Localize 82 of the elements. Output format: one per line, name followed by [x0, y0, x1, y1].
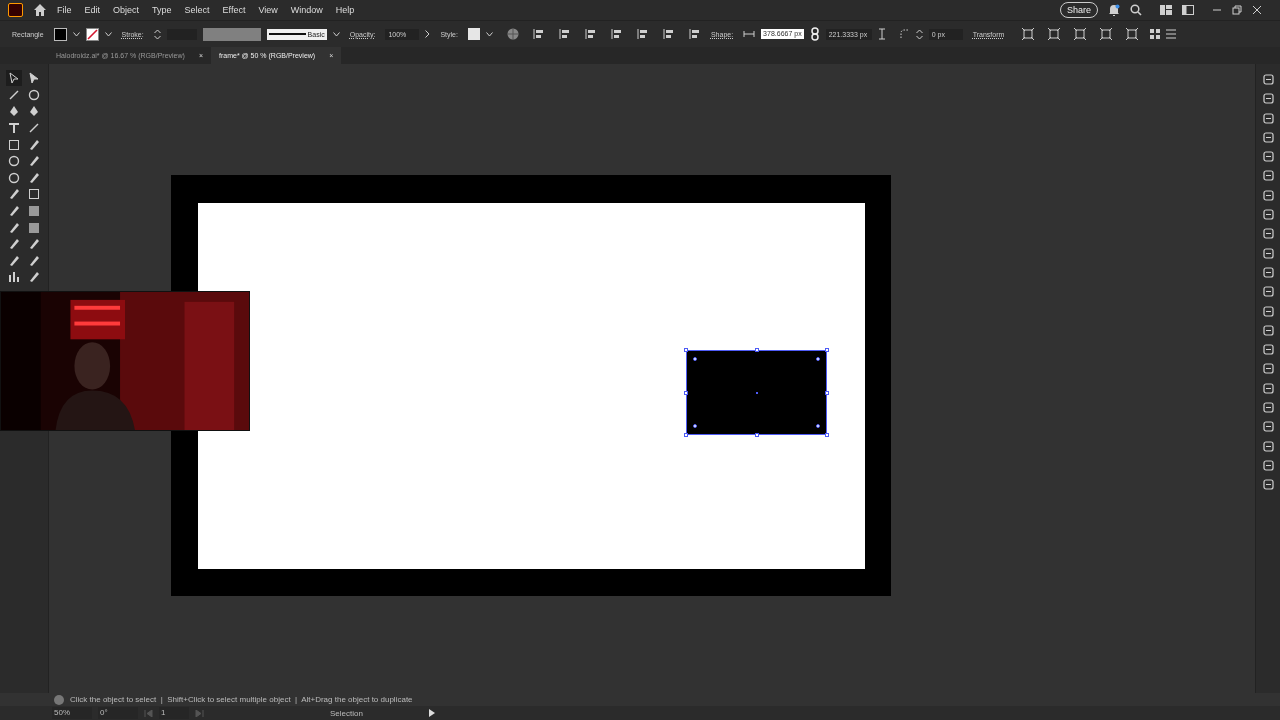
restore-icon[interactable] [1232, 5, 1242, 15]
panel-icon[interactable] [1262, 93, 1274, 105]
panel-icon[interactable] [1262, 247, 1274, 259]
rectangle-shape[interactable] [685, 349, 827, 435]
rotation-dropdown[interactable]: 0° [98, 707, 138, 719]
arrow-tool-icon[interactable] [28, 72, 40, 85]
menu-item[interactable]: Object [113, 5, 140, 15]
transform-icon[interactable] [1048, 28, 1061, 40]
caret-icon[interactable] [72, 31, 80, 37]
zoom-dropdown[interactable]: 50% [52, 707, 92, 719]
help-icon[interactable] [54, 694, 64, 705]
menu-item[interactable]: Select [184, 5, 210, 15]
align-icon[interactable] [688, 28, 701, 40]
panel-icon[interactable] [1262, 363, 1274, 375]
fill-swatch[interactable] [53, 27, 67, 41]
panel-icon[interactable] [1182, 5, 1194, 15]
panel-icon[interactable] [1262, 479, 1274, 491]
panel-icon[interactable] [1262, 209, 1274, 221]
home-icon[interactable] [33, 3, 47, 17]
align-icon[interactable] [558, 28, 571, 40]
align-icon[interactable] [532, 28, 545, 40]
panel-icon[interactable] [1262, 151, 1274, 163]
artboard-dropdown[interactable]: 1 [159, 707, 189, 719]
align-icon[interactable] [610, 28, 623, 40]
stepper-icon[interactable] [915, 28, 923, 40]
panel-icon[interactable] [1262, 266, 1274, 278]
search-icon[interactable] [1130, 4, 1142, 16]
panel-icon[interactable] [1262, 189, 1274, 201]
align-icon[interactable] [584, 28, 597, 40]
caret-icon[interactable] [104, 31, 112, 37]
panel-icon[interactable] [1262, 344, 1274, 356]
panel-icon[interactable] [1262, 421, 1274, 433]
panel-icon[interactable] [1262, 74, 1274, 85]
variable-width-field[interactable] [202, 27, 261, 41]
bell-icon[interactable] [1108, 3, 1120, 17]
rect-tool-icon[interactable] [8, 138, 20, 151]
list-icon[interactable] [1166, 29, 1177, 39]
panel-icon[interactable] [1262, 170, 1274, 182]
grid-icon[interactable] [1150, 29, 1161, 39]
height-icon [877, 28, 886, 40]
corner-icon [899, 29, 910, 39]
panel-icon[interactable] [1262, 402, 1274, 414]
stepper-icon[interactable] [153, 28, 161, 40]
panel-icon[interactable] [1262, 131, 1274, 143]
panel-icon[interactable] [1262, 305, 1274, 317]
menu-item[interactable]: File [57, 5, 72, 15]
stroke-swatch[interactable] [85, 27, 99, 41]
hint-text: Click the object to select | Shift+Click to select multiple object | Alt+Drag the object to duplicate [70, 695, 413, 704]
transform-icon[interactable] [1100, 28, 1113, 40]
panel-icon[interactable] [1262, 324, 1274, 336]
workspace-icon[interactable] [1160, 5, 1172, 15]
align-icon[interactable] [636, 28, 649, 40]
close-icon[interactable] [1252, 5, 1262, 15]
width-icon [743, 30, 756, 38]
menu-item[interactable]: Help [335, 5, 355, 15]
type-tool-icon[interactable] [8, 122, 20, 135]
panel-icon[interactable] [1262, 112, 1274, 124]
arrow-tool-icon[interactable] [8, 72, 20, 85]
transform-icon[interactable] [1126, 28, 1139, 40]
play-icon[interactable] [428, 709, 435, 717]
panel-icon[interactable] [1262, 286, 1274, 298]
transform-icon[interactable] [1022, 28, 1035, 40]
caret-icon[interactable] [485, 31, 493, 37]
menu-item[interactable]: Type [152, 5, 172, 15]
chevron-icon[interactable] [425, 30, 431, 38]
panel-icon[interactable] [1262, 459, 1274, 471]
style-swatch[interactable] [467, 28, 480, 40]
current-tool-label[interactable]: Selection [330, 708, 363, 718]
menu-item[interactable]: Edit [84, 5, 101, 15]
panel-icon[interactable] [1262, 228, 1274, 240]
line-tool-icon[interactable] [28, 122, 40, 135]
panel-icon[interactable] [1262, 382, 1274, 394]
align-icon[interactable] [662, 28, 675, 40]
menu-item[interactable]: Window [290, 5, 323, 15]
app-logo-icon[interactable] [8, 3, 23, 17]
menu-item[interactable]: Effect [222, 5, 246, 15]
caret-icon[interactable] [332, 31, 340, 37]
transform-icon[interactable] [1074, 28, 1087, 40]
graph-tool-icon[interactable] [8, 271, 20, 284]
globe-icon[interactable] [506, 28, 519, 40]
panel-icon[interactable] [1262, 440, 1274, 452]
menu-item[interactable]: View [258, 5, 278, 15]
